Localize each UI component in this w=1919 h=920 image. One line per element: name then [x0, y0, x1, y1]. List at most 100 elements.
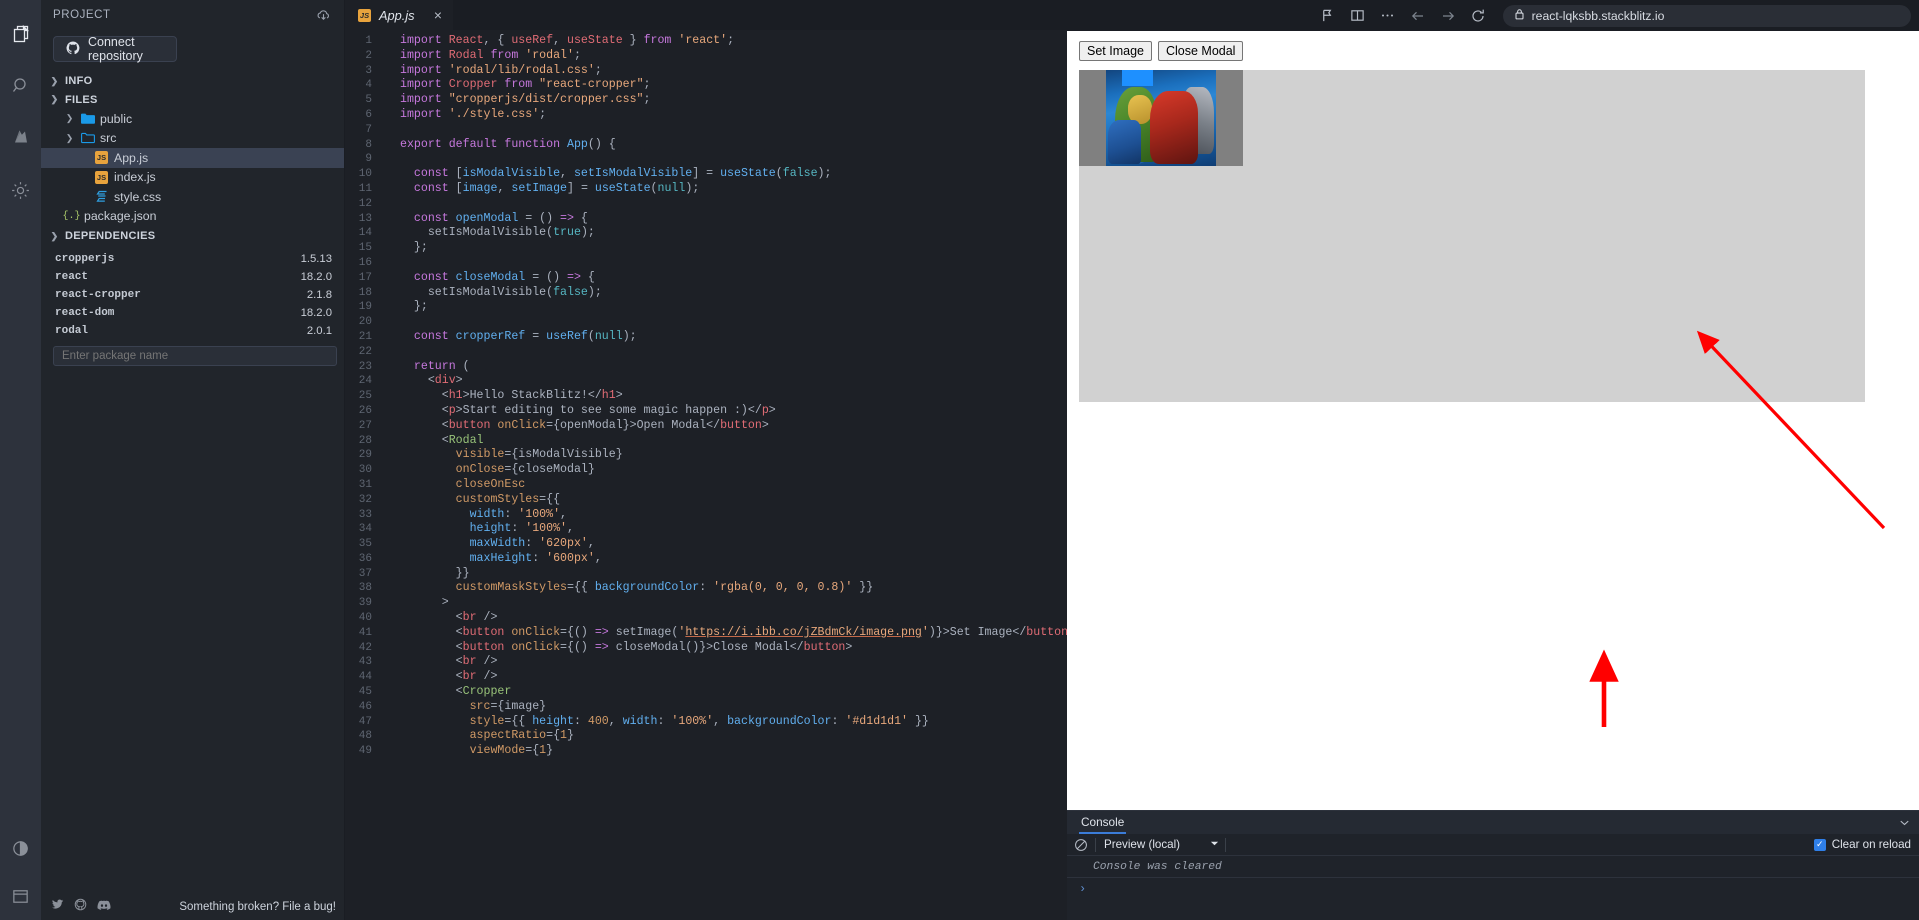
console-input-prompt[interactable]: ›: [1067, 878, 1919, 920]
code-line[interactable]: 19 };: [345, 300, 1067, 315]
code-line[interactable]: 46 src={image}: [345, 700, 1067, 715]
code-line[interactable]: 4 import Cropper from "react-cropper";: [345, 78, 1067, 93]
code-line[interactable]: 11 const [image, setImage] = useState(nu…: [345, 182, 1067, 197]
twitter-icon[interactable]: [51, 898, 64, 916]
preview-iframe[interactable]: Set Image Close Modal: [1067, 31, 1919, 810]
crop-selection-box[interactable]: [1122, 70, 1153, 86]
code-line[interactable]: 48 aspectRatio={1}: [345, 729, 1067, 744]
flag-icon[interactable]: [1313, 1, 1343, 31]
code-line[interactable]: 25 <h1>Hello StackBlitz!</h1>: [345, 389, 1067, 404]
layout-icon[interactable]: [0, 872, 41, 920]
file-tree-item-public[interactable]: ❯ public: [41, 109, 344, 129]
dependency-row[interactable]: react-dom 18.2.0: [41, 304, 344, 322]
code-line[interactable]: 2 import Rodal from 'rodal';: [345, 49, 1067, 64]
code-line[interactable]: 45 <Cropper: [345, 685, 1067, 700]
code-line[interactable]: 3 import 'rodal/lib/rodal.css';: [345, 64, 1067, 79]
code-line[interactable]: 36 maxHeight: '600px',: [345, 552, 1067, 567]
code-line[interactable]: 18 setIsModalVisible(false);: [345, 286, 1067, 301]
chevron-down-icon[interactable]: [1889, 811, 1919, 834]
forward-arrow-icon[interactable]: [1433, 1, 1463, 31]
connect-repository-button[interactable]: Connect repository: [53, 35, 177, 63]
reload-icon[interactable]: [1463, 1, 1493, 31]
code-line[interactable]: 5 import "cropperjs/dist/cropper.css";: [345, 93, 1067, 108]
code-line[interactable]: 12: [345, 197, 1067, 212]
code-token: (: [775, 167, 783, 181]
search-icon[interactable]: [0, 60, 41, 112]
code-line[interactable]: 39 >: [345, 596, 1067, 611]
code-line[interactable]: 44 <br />: [345, 670, 1067, 685]
close-icon[interactable]: ×: [434, 7, 442, 23]
code-line[interactable]: 31 closeOnEsc: [345, 478, 1067, 493]
code-line[interactable]: 35 maxWidth: '620px',: [345, 537, 1067, 552]
code-line[interactable]: 33 width: '100%',: [345, 508, 1067, 523]
code-line[interactable]: 41 <button onClick={() => setImage('http…: [345, 626, 1067, 641]
code-line[interactable]: 20: [345, 315, 1067, 330]
file-tree-item-index-js[interactable]: JS index.js: [41, 168, 344, 188]
code-line[interactable]: 37 }}: [345, 567, 1067, 582]
code-line[interactable]: 28 <Rodal: [345, 434, 1067, 449]
file-tree-item-app-js[interactable]: JS App.js: [41, 148, 344, 168]
code-line[interactable]: 22: [345, 345, 1067, 360]
code-line[interactable]: 34 height: '100%',: [345, 522, 1067, 537]
gear-icon[interactable]: [0, 164, 41, 216]
code-line[interactable]: 15 };: [345, 241, 1067, 256]
dependency-row[interactable]: react 18.2.0: [41, 268, 344, 286]
close-modal-button[interactable]: Close Modal: [1157, 41, 1244, 61]
code-line[interactable]: 30 onClose={closeModal}: [345, 463, 1067, 478]
code-line[interactable]: 38 customMaskStyles={{ backgroundColor: …: [345, 581, 1067, 596]
split-layout-icon[interactable]: [1343, 1, 1373, 31]
code-line[interactable]: 16: [345, 256, 1067, 271]
code-line[interactable]: 10 const [isModalVisible, setIsModalVisi…: [345, 167, 1067, 182]
theme-toggle-icon[interactable]: [0, 824, 41, 872]
file-tree-item-package-json[interactable]: {.} package.json: [41, 207, 344, 227]
package-name-input[interactable]: [53, 345, 337, 366]
code-line[interactable]: 7: [345, 123, 1067, 138]
back-arrow-icon[interactable]: [1403, 1, 1433, 31]
more-options-icon[interactable]: [1373, 1, 1403, 31]
code-line[interactable]: 1 import React, { useRef, useState } from…: [345, 34, 1067, 49]
sidebar-section-info[interactable]: ❯ INFO: [41, 72, 344, 91]
code-content[interactable]: 1 import React, { useRef, useState } from…: [345, 30, 1067, 920]
sidebar-section-files[interactable]: ❯ FILES: [41, 91, 344, 110]
files-icon[interactable]: [0, 8, 41, 60]
code-line[interactable]: 29 visible={isModalVisible}: [345, 448, 1067, 463]
code-line[interactable]: 47 style={{ height: 400, width: '100%', …: [345, 715, 1067, 730]
file-tree-item-style-css[interactable]: style.css: [41, 187, 344, 207]
console-source-select[interactable]: Preview (local): [1096, 838, 1225, 851]
code-line[interactable]: 27 <button onClick={openModal}>Open Moda…: [345, 419, 1067, 434]
code-line[interactable]: 42 <button onClick={() => closeModal()}>…: [345, 641, 1067, 656]
code-line[interactable]: 21 const cropperRef = useRef(null);: [345, 330, 1067, 345]
firebase-icon[interactable]: [0, 112, 41, 164]
code-url-link[interactable]: https://i.ibb.co/jZBdmCk/image.png: [685, 626, 922, 639]
sidebar-section-dependencies[interactable]: ❯ DEPENDENCIES: [41, 227, 344, 246]
code-line[interactable]: 26 <p>Start editing to see some magic ha…: [345, 404, 1067, 419]
code-line[interactable]: 6 import './style.css';: [345, 108, 1067, 123]
tab-app-js[interactable]: JS App.js ×: [345, 0, 453, 30]
code-line[interactable]: 14 setIsModalVisible(true);: [345, 226, 1067, 241]
clear-console-icon[interactable]: [1067, 838, 1095, 852]
url-bar[interactable]: react-lqksbb.stackblitz.io: [1502, 4, 1912, 27]
dependency-row[interactable]: react-cropper 2.1.8: [41, 286, 344, 304]
code-line[interactable]: 17 const closeModal = () => {: [345, 271, 1067, 286]
code-line[interactable]: 49 viewMode={1}: [345, 744, 1067, 759]
code-line[interactable]: 40 <br />: [345, 611, 1067, 626]
code-line[interactable]: 23 return (: [345, 360, 1067, 375]
dependency-row[interactable]: rodal 2.0.1: [41, 322, 344, 340]
code-line[interactable]: 8 export default function App() {: [345, 138, 1067, 153]
code-line[interactable]: 9: [345, 152, 1067, 167]
code-line[interactable]: 24 <div>: [345, 374, 1067, 389]
set-image-button[interactable]: Set Image: [1079, 41, 1152, 61]
cloud-download-icon[interactable]: [316, 8, 331, 23]
github-icon[interactable]: [74, 898, 87, 916]
cropper-container[interactable]: [1079, 70, 1865, 402]
file-tree-item-src[interactable]: ❯ src: [41, 129, 344, 149]
file-a-bug-link[interactable]: Something broken? File a bug!: [179, 901, 336, 913]
tab-console[interactable]: Console: [1079, 811, 1127, 834]
code-line[interactable]: 43 <br />: [345, 655, 1067, 670]
discord-icon[interactable]: [97, 898, 111, 916]
clear-on-reload-checkbox[interactable]: ✓: [1813, 838, 1826, 851]
code-line[interactable]: 32 customStyles={{: [345, 493, 1067, 508]
code-line[interactable]: 13 const openModal = () => {: [345, 212, 1067, 227]
dependency-row[interactable]: cropperjs 1.5.13: [41, 250, 344, 268]
